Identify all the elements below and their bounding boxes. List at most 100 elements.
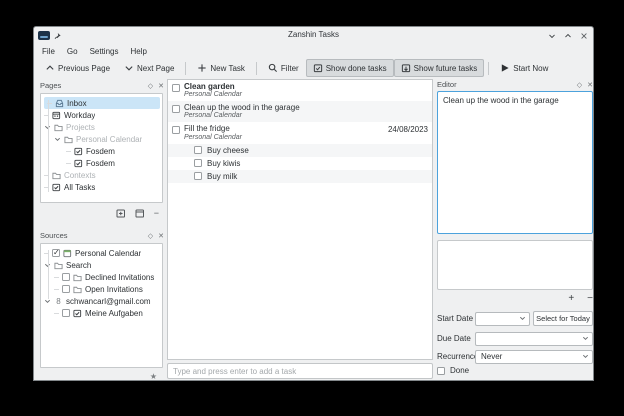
pages-item-workday[interactable]: Workday — [41, 109, 162, 121]
subtask-row[interactable]: Buy cheese — [168, 144, 432, 157]
show-future-tasks-toggle[interactable]: Show future tasks — [394, 59, 485, 77]
filter-button[interactable]: Filter — [261, 59, 306, 77]
maximize-icon[interactable] — [563, 31, 572, 40]
next-page-button[interactable]: Next Page — [117, 59, 181, 77]
start-date-row: Start Date Select for Today — [437, 311, 593, 326]
float-panel-icon[interactable]: ◇ — [148, 232, 153, 240]
menu-file[interactable]: File — [42, 47, 55, 56]
folder-icon — [52, 171, 61, 180]
pages-actions: − — [40, 207, 163, 219]
expander-icon[interactable] — [44, 298, 51, 305]
menubar: File Go Settings Help — [34, 45, 593, 57]
remove-page-icon[interactable]: − — [154, 209, 159, 218]
select-for-today-button[interactable]: Select for Today — [533, 311, 593, 326]
expander-icon[interactable] — [54, 136, 61, 143]
subtask-row[interactable]: Buy milk — [168, 170, 432, 183]
minimize-icon[interactable] — [547, 31, 556, 40]
task-calendar-icon — [74, 147, 83, 156]
source-item-search[interactable]: Search — [41, 259, 162, 271]
menu-go[interactable]: Go — [67, 47, 78, 56]
close-panel-icon[interactable]: ✕ — [587, 81, 593, 89]
toolbar-separator — [488, 62, 489, 75]
due-date-combo[interactable] — [475, 332, 593, 346]
task-checkbox[interactable] — [194, 146, 202, 154]
pages-item-personal-calendar[interactable]: Personal Calendar — [41, 133, 162, 145]
inbox-icon — [55, 99, 64, 108]
task-checkbox[interactable] — [172, 105, 180, 113]
menu-settings[interactable]: Settings — [90, 47, 119, 56]
calendar-future-icon — [401, 63, 411, 73]
new-task-button[interactable]: New Task — [190, 59, 252, 77]
search-icon — [268, 63, 278, 73]
add-context-icon[interactable] — [135, 208, 145, 218]
toolbar-separator — [185, 62, 186, 75]
source-checkbox[interactable] — [62, 285, 70, 293]
account-icon: 8 — [54, 297, 63, 306]
pages-item-contexts[interactable]: Contexts — [41, 169, 162, 181]
source-checkbox[interactable] — [62, 309, 70, 317]
pages-item-all-tasks[interactable]: All Tasks — [41, 181, 162, 193]
done-row: Done — [437, 366, 469, 375]
previous-page-button[interactable]: Previous Page — [38, 59, 117, 77]
folder-icon — [54, 261, 63, 270]
titlebar: Zanshin Tasks — [34, 27, 593, 45]
recurrence-value: Never — [479, 352, 502, 361]
pages-panel-title: Pages — [40, 81, 61, 90]
pages-item-fosdem-2[interactable]: Fosdem — [41, 157, 162, 169]
add-project-icon[interactable] — [116, 208, 126, 218]
task-due-date: 24/08/2023 — [388, 124, 428, 134]
source-item-gmail-account[interactable]: 8 schwancarl@gmail.com — [41, 295, 162, 307]
task-calendar-icon — [52, 183, 61, 192]
due-date-row: Due Date — [437, 331, 593, 346]
expander-icon[interactable] — [44, 124, 51, 131]
toolbar: Previous Page Next Page New Task Filter … — [34, 57, 593, 79]
sources-panel-title: Sources — [40, 231, 68, 240]
start-date-combo[interactable] — [475, 312, 530, 326]
task-checkbox[interactable] — [194, 159, 202, 167]
task-checkbox[interactable] — [194, 172, 202, 180]
expander-icon[interactable] — [44, 262, 51, 269]
calendar-check-icon — [313, 63, 323, 73]
editor-panel-header: Editor ◇ ✕ — [437, 79, 593, 90]
source-checkbox[interactable] — [62, 273, 70, 281]
done-checkbox[interactable] — [437, 367, 445, 375]
recurrence-label: Recurrence — [437, 352, 475, 361]
add-task-input[interactable] — [167, 363, 433, 379]
pages-item-projects[interactable]: Projects — [41, 121, 162, 133]
folder-icon — [73, 273, 82, 282]
source-item-personal-calendar[interactable]: Personal Calendar — [41, 247, 162, 259]
source-item-open-invitations[interactable]: Open Invitations — [41, 283, 162, 295]
task-calendar-icon — [74, 159, 83, 168]
pages-item-inbox[interactable]: Inbox — [44, 97, 160, 109]
task-row[interactable]: Fill the fridge Personal Calendar 24/08/… — [168, 122, 432, 143]
close-panel-icon[interactable]: ✕ — [158, 82, 164, 90]
add-attachment-icon[interactable]: + — [568, 293, 574, 304]
source-item-meine-aufgaben[interactable]: Meine Aufgaben — [41, 307, 162, 319]
start-now-button[interactable]: Start Now — [493, 59, 555, 77]
play-icon — [500, 63, 510, 73]
task-checkbox[interactable] — [172, 126, 180, 134]
task-row[interactable]: Clean garden Personal Calendar — [168, 80, 432, 101]
source-checkbox[interactable] — [52, 249, 60, 257]
favorites-star-icon[interactable]: ★ — [150, 372, 157, 381]
source-item-declined-invitations[interactable]: Declined Invitations — [41, 271, 162, 283]
menu-help[interactable]: Help — [130, 47, 146, 56]
task-checkbox[interactable] — [172, 84, 180, 92]
editor-attachment-area[interactable] — [437, 240, 593, 290]
toolbar-separator — [256, 62, 257, 75]
float-panel-icon[interactable]: ◇ — [577, 81, 582, 89]
show-done-tasks-toggle[interactable]: Show done tasks — [306, 59, 394, 77]
task-calendar-icon — [73, 309, 82, 318]
plus-icon — [197, 63, 207, 73]
sources-panel-header: Sources ◇ ✕ — [40, 230, 164, 241]
editor-text-area[interactable]: Clean up the wood in the garage — [437, 91, 593, 234]
subtask-row[interactable]: Buy kiwis — [168, 157, 432, 170]
task-row[interactable]: Clean up the wood in the garage Personal… — [168, 101, 432, 122]
close-panel-icon[interactable]: ✕ — [158, 232, 164, 240]
remove-attachment-icon[interactable]: − — [587, 293, 593, 304]
recurrence-combo[interactable]: Never — [475, 350, 593, 364]
float-panel-icon[interactable]: ◇ — [148, 82, 153, 90]
recurrence-row: Recurrence Never — [437, 349, 593, 364]
pages-item-fosdem-1[interactable]: Fosdem — [41, 145, 162, 157]
close-icon[interactable] — [579, 31, 588, 40]
